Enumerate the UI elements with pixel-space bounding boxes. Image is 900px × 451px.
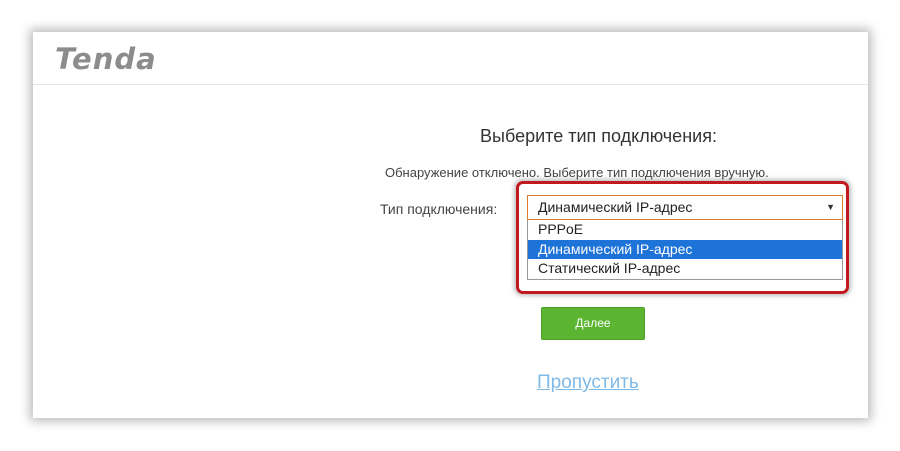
chevron-down-icon: ▼ (826, 202, 835, 212)
next-button[interactable]: Далее (541, 307, 645, 340)
page-title: Выберите тип подключения: (480, 126, 717, 146)
header-bar: Tenda (33, 32, 868, 85)
connection-type-select[interactable]: Динамический IP-адрес ▼ (527, 195, 843, 220)
select-value: Динамический IP-адрес (538, 199, 693, 215)
option-pppoe[interactable]: PPPoE (528, 220, 842, 240)
option-dynamic-ip[interactable]: Динамический IP-адрес (528, 239, 842, 259)
skip-link[interactable]: Пропустить (537, 372, 639, 394)
connection-type-dropdown: PPPoE Динамический IP-адрес Статический … (527, 220, 843, 280)
setup-card: Tenda Выберите тип подключения: Обнаруже… (33, 32, 868, 418)
tenda-logo: Tenda (55, 42, 157, 76)
option-static-ip[interactable]: Статический IP-адрес (528, 259, 842, 279)
detection-notice: Обнаружение отключено. Выберите тип подк… (385, 165, 769, 180)
connection-type-label: Тип подключения: (380, 201, 498, 217)
